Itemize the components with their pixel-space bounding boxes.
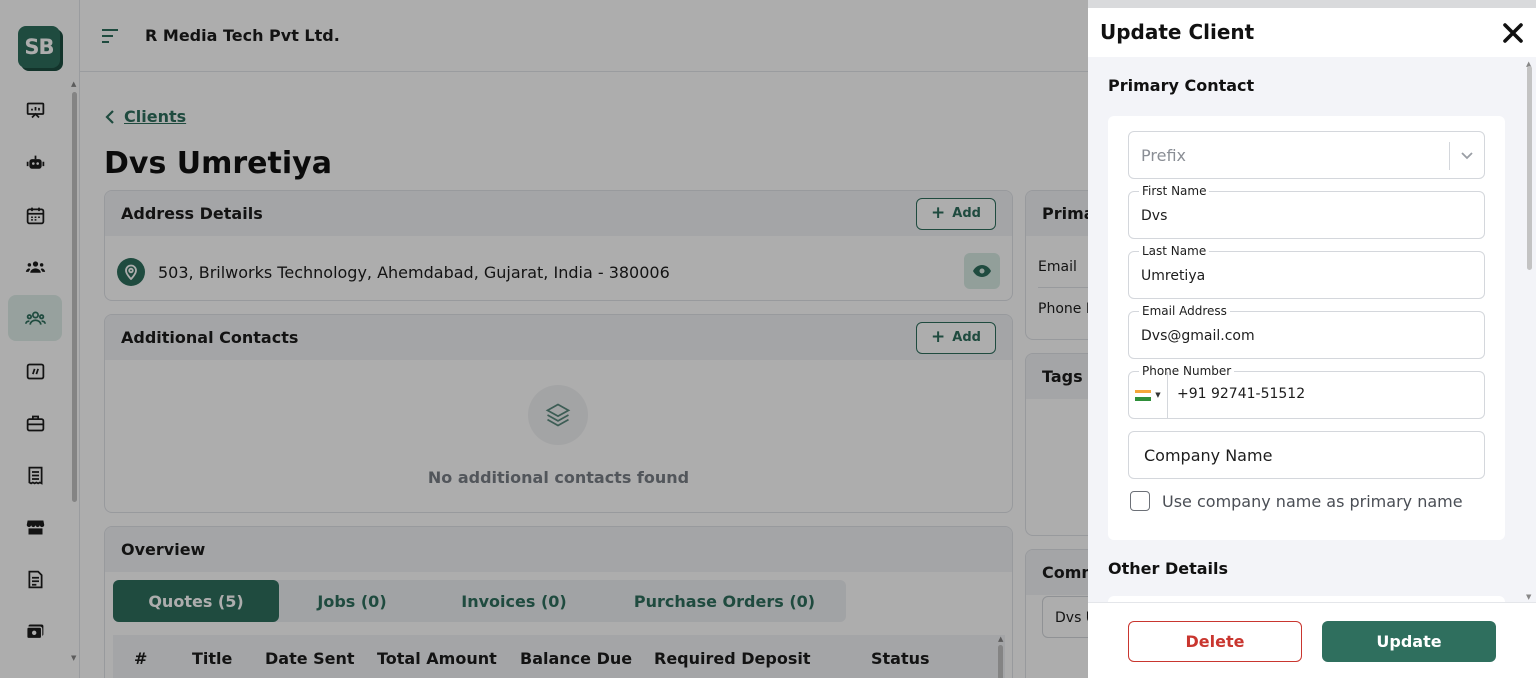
drawer-top-strip [1088, 0, 1536, 8]
email-label: Email Address [1139, 304, 1230, 318]
prefix-select[interactable]: Prefix [1128, 131, 1485, 179]
close-icon[interactable] [1502, 22, 1524, 44]
primary-contact-form: Prefix First Name Dvs Last Name Umretiya… [1108, 116, 1505, 540]
delete-button[interactable]: Delete [1128, 621, 1302, 662]
select-divider [1449, 142, 1450, 170]
chevron-down-icon[interactable] [1460, 148, 1474, 162]
last-name-label: Last Name [1139, 244, 1210, 258]
primary-contact-section-title: Primary Contact [1108, 76, 1255, 95]
phone-field[interactable]: Phone Number ▼ +91 92741-51512 [1128, 364, 1485, 419]
prefix-placeholder: Prefix [1141, 146, 1186, 165]
last-name-field[interactable]: Last Name Umretiya [1128, 244, 1485, 299]
first-name-field[interactable]: First Name Dvs [1128, 184, 1485, 239]
email-value: Dvs@gmail.com [1141, 328, 1255, 344]
email-field[interactable]: Email Address Dvs@gmail.com [1128, 304, 1485, 359]
first-name-value: Dvs [1141, 208, 1168, 224]
use-company-name-checkbox[interactable] [1130, 491, 1150, 511]
country-code-select[interactable]: ▼ [1129, 372, 1168, 418]
last-name-value: Umretiya [1141, 268, 1206, 284]
use-company-name-label[interactable]: Use company name as primary name [1162, 492, 1463, 511]
scroll-down-icon[interactable]: ▼ [1526, 593, 1531, 601]
drawer-title: Update Client [1100, 20, 1255, 44]
first-name-label: First Name [1139, 184, 1210, 198]
other-details-section-title: Other Details [1108, 559, 1229, 578]
company-name-placeholder: Company Name [1144, 446, 1273, 465]
caret-down-icon: ▼ [1155, 391, 1161, 399]
drawer-footer: Delete Update [1088, 602, 1536, 678]
phone-value: +91 92741-51512 [1177, 386, 1306, 402]
company-name-field[interactable]: Company Name [1128, 431, 1485, 479]
drawer-header: Update Client [1088, 8, 1536, 57]
update-button[interactable]: Update [1322, 621, 1496, 662]
india-flag-icon [1135, 389, 1152, 401]
drawer-scrollbar[interactable]: ▲ ▼ [1526, 60, 1532, 602]
scroll-thumb[interactable] [1527, 66, 1532, 270]
update-client-drawer: Update Client Primary Contact Prefix Fir… [1088, 0, 1536, 678]
